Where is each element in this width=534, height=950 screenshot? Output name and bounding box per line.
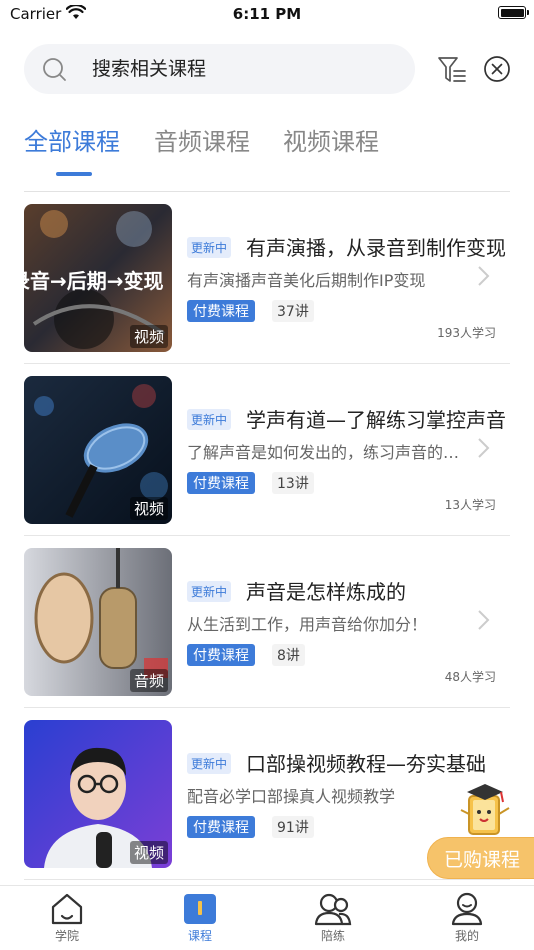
status-bar: Carrier 6:11 PM (0, 0, 534, 30)
updating-badge: 更新中 (187, 237, 232, 258)
clock: 6:11 PM (232, 5, 302, 23)
people-icon (314, 893, 352, 926)
learner-count: 48人学习 (444, 670, 496, 684)
media-type-tag: 视频 (129, 841, 168, 864)
battery-icon (498, 6, 529, 19)
tabbar-label: 陪练 (320, 929, 345, 943)
tabbar-item-mine[interactable]: 我的 (427, 892, 507, 944)
updating-badge: 更新中 (187, 409, 232, 430)
active-tab-indicator (56, 172, 92, 176)
updating-badge: 更新中 (187, 753, 232, 774)
search-icon (43, 58, 66, 81)
tab-video-courses[interactable]: 视频课程 (283, 122, 379, 157)
tab-audio-courses[interactable]: 音频课程 (154, 122, 250, 157)
course-thumbnail: 视频 (24, 720, 172, 868)
purchased-courses-button[interactable]: 已购课程 (427, 837, 534, 879)
course-card[interactable]: 音频 更新中 声音是怎样炼成的 从生活到工作，用声音给你加分！ 付费课程 8讲 … (24, 536, 510, 708)
course-title: 口部操视频教程—夯实基础 (246, 752, 486, 776)
tabbar-item-academy[interactable]: 学院 (27, 892, 107, 944)
search-input[interactable] (92, 44, 392, 94)
profile-icon (451, 892, 483, 926)
course-title: 声音是怎样炼成的 (246, 580, 406, 604)
course-thumbnail: 视频 (24, 376, 172, 524)
paid-badge: 付费课程 (187, 472, 255, 494)
chevron-right-icon (478, 438, 490, 458)
tabbar-item-courses[interactable]: 课程 (160, 892, 240, 944)
card-divider (24, 879, 510, 880)
filter-icon[interactable] (437, 55, 467, 85)
tabbar-label: 课程 (187, 929, 212, 943)
tabbar-label: 学院 (54, 929, 79, 943)
media-type-tag: 视频 (129, 325, 168, 348)
course-card[interactable]: 视频 更新中 学声有道—了解练习掌控声音 了解声音是如何发出的，练习声音的技巧 … (24, 364, 510, 536)
course-subtitle: 了解声音是如何发出的，练习声音的技巧 (187, 443, 467, 462)
lecture-count: 13讲 (272, 472, 314, 494)
tabbar-label: 我的 (454, 929, 479, 943)
lecture-count: 91讲 (272, 816, 314, 838)
course-thumbnail: 音频 (24, 548, 172, 696)
paid-badge: 付费课程 (187, 644, 255, 666)
course-card[interactable]: 录音→后期→变现 视频 更新中 有声演播，从录音到制作变现 有声演播声音美化后期… (24, 192, 510, 364)
media-type-tag: 视频 (129, 497, 168, 520)
book-mascot-icon[interactable] (455, 780, 515, 840)
course-title: 学声有道—了解练习掌控声音 (246, 408, 506, 432)
course-thumbnail: 录音→后期→变现 视频 (24, 204, 172, 352)
home-icon (51, 893, 83, 925)
chevron-right-icon (478, 266, 490, 286)
chevron-right-icon (478, 610, 490, 630)
tabbar-item-practice[interactable]: 陪练 (293, 892, 373, 944)
lecture-count: 8讲 (272, 644, 305, 666)
close-icon[interactable] (483, 55, 511, 83)
updating-badge: 更新中 (187, 581, 232, 602)
book-icon (184, 894, 216, 924)
learner-count: 193人学习 (437, 326, 496, 340)
lecture-count: 37讲 (272, 300, 314, 322)
thumbnail-caption: 录音→后期→变现 (24, 269, 164, 293)
paid-badge: 付费课程 (187, 816, 255, 838)
course-subtitle: 有声演播声音美化后期制作IP变现 (187, 271, 426, 290)
course-subtitle: 从生活到工作，用声音给你加分！ (187, 615, 428, 634)
paid-badge: 付费课程 (187, 300, 255, 322)
media-type-tag: 音频 (129, 669, 168, 692)
bottom-tab-bar: 学院 课程 陪练 我的 (0, 885, 534, 950)
course-title: 有声演播，从录音到制作变现 (246, 236, 506, 260)
tab-all-courses[interactable]: 全部课程 (24, 122, 120, 157)
course-subtitle: 配音必学口部操真人视频教学 (187, 787, 396, 806)
learner-count: 13人学习 (444, 498, 496, 512)
search-bar[interactable] (24, 44, 415, 94)
